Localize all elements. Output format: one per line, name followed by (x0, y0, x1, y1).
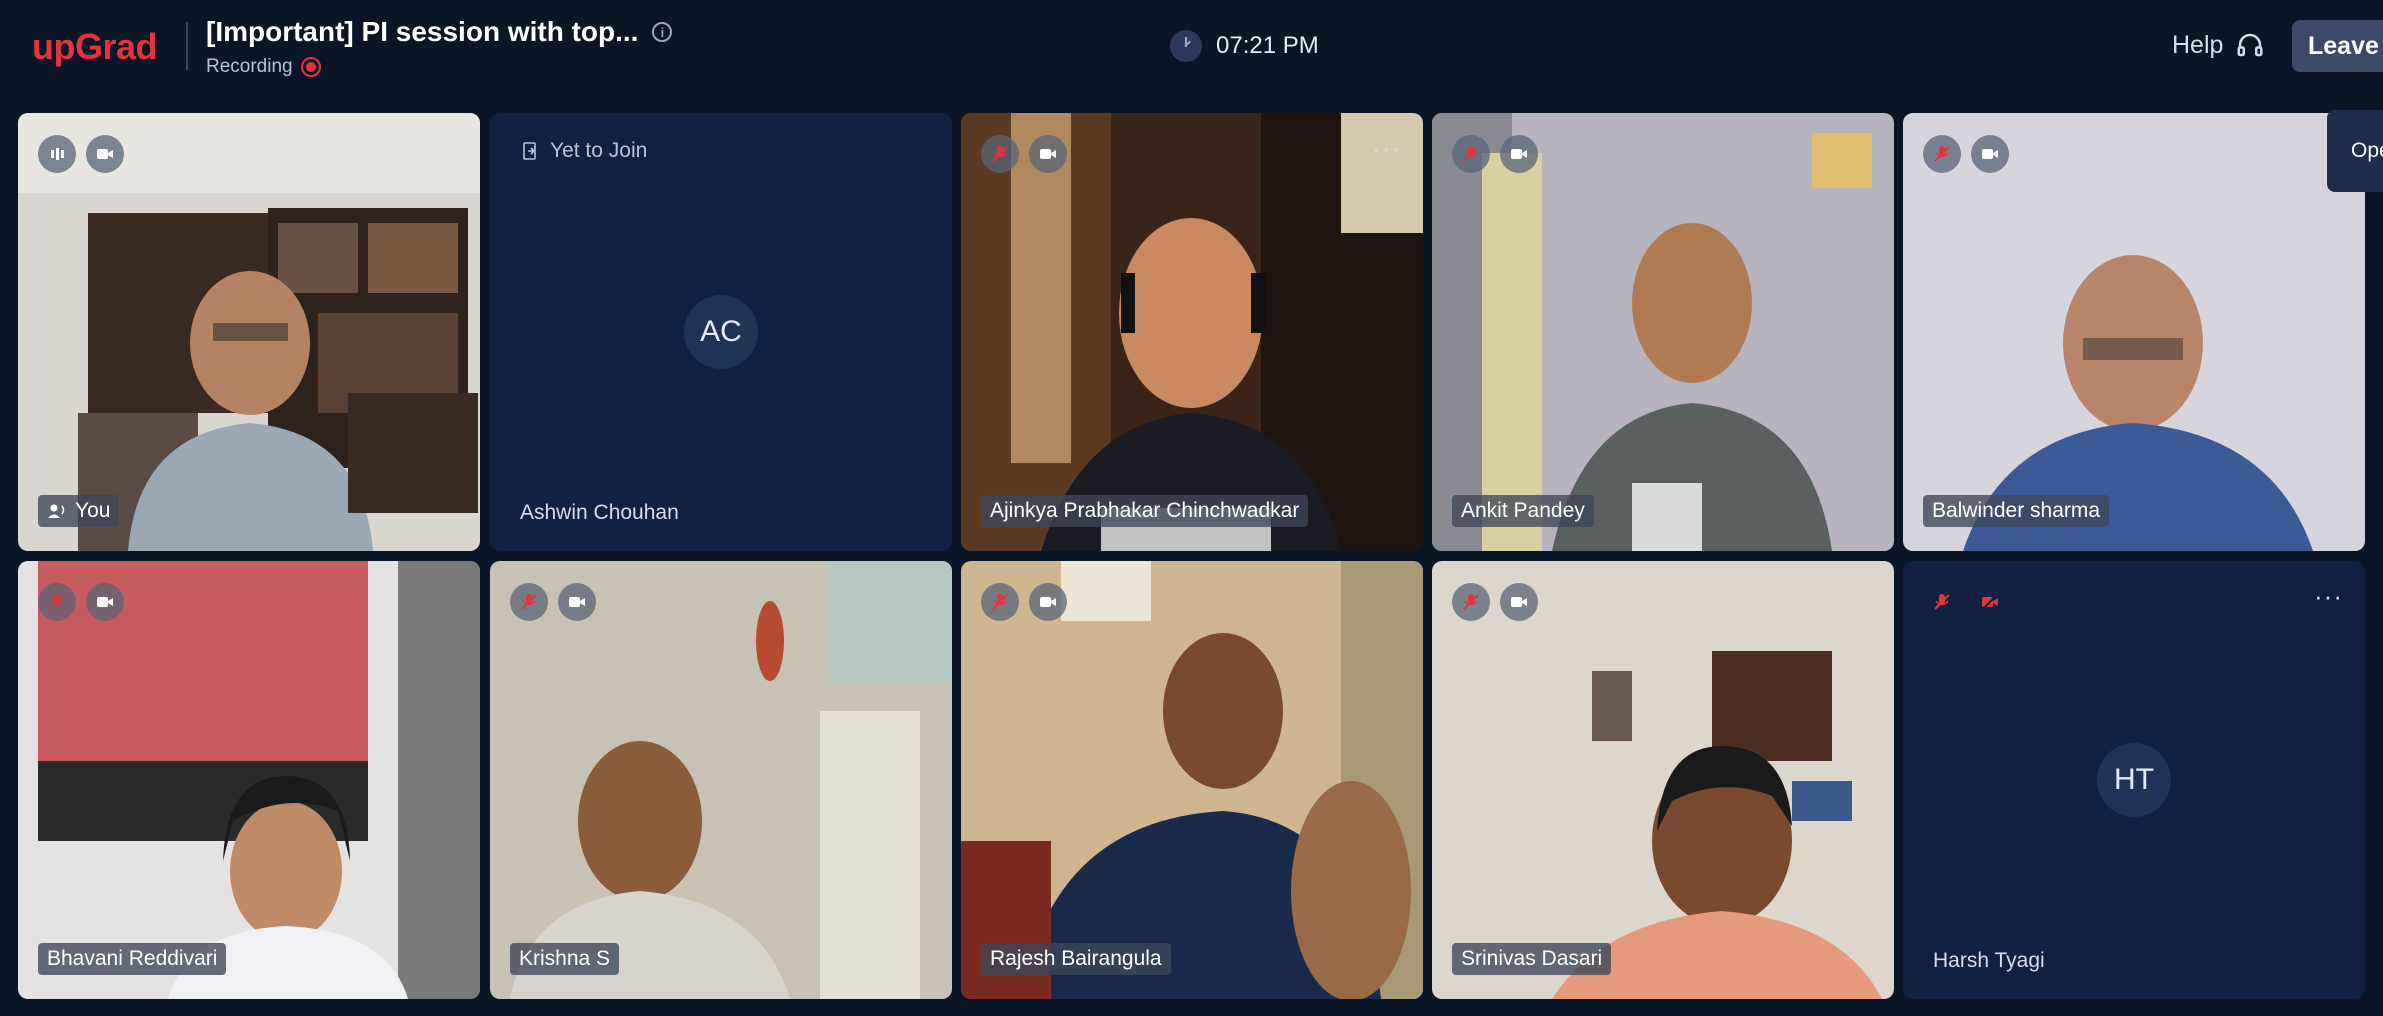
audio-level-icon[interactable] (38, 135, 76, 173)
video-camera-icon[interactable] (558, 583, 596, 621)
mic-muted-icon[interactable] (38, 583, 76, 621)
participant-tile-you[interactable]: You (18, 113, 480, 551)
participant-tile-rajesh-bairangula[interactable]: Rajesh Bairangula (961, 561, 1423, 999)
clock-time: 07:21 PM (1216, 32, 1319, 59)
participant-name-tag: Ajinkya Prabhakar Chinchwadkar (981, 495, 1309, 527)
session-title-block: [Important] PI session with top... i Rec… (206, 16, 673, 78)
participant-tile-srinivas-dasari[interactable]: Srinivas Dasari (1432, 561, 1894, 999)
participant-name: Krishna S (519, 947, 611, 970)
camera-feed-srinivas (1432, 561, 1894, 999)
clock-icon (1170, 30, 1202, 62)
participant-tile-ankit-pandey[interactable]: Ankit Pandey (1432, 113, 1894, 551)
participant-name: Srinivas Dasari (1461, 947, 1603, 970)
mic-muted-icon[interactable] (510, 583, 548, 621)
participant-name-tag: Krishna S (510, 943, 620, 975)
video-camera-icon[interactable] (1029, 135, 1067, 173)
mic-muted-icon[interactable] (1452, 135, 1490, 173)
participant-name: Balwinder sharma (1932, 499, 2101, 522)
video-camera-icon[interactable] (1029, 583, 1067, 621)
participant-tile-ajinkya-prabhakar-chinchwadkar[interactable]: ··· Ajinkya Prabhakar Chinchwadkar (961, 113, 1423, 551)
recording-dot-icon (300, 57, 321, 77)
upgrad-logo: upGrad (32, 26, 158, 67)
participant-name-tag: Balwinder sharma (1923, 495, 2110, 527)
camera-feed-ankit (1432, 113, 1894, 551)
participant-tile-harsh-tyagi[interactable]: ··· HT Harsh Tyagi (1903, 561, 2365, 999)
join-status-label: Yet to Join (550, 139, 648, 162)
mic-muted-icon[interactable] (981, 583, 1019, 621)
video-camera-icon[interactable] (1500, 135, 1538, 173)
camera-feed-balwinder (1903, 113, 2365, 551)
header-divider (186, 22, 188, 70)
camera-feed-ajinkya (961, 113, 1423, 551)
participant-tile-bhavani-reddivari[interactable]: Bhavani Reddivari (18, 561, 480, 999)
participant-name-tag: Rajesh Bairangula (981, 943, 1171, 975)
session-title: [Important] PI session with top... (206, 16, 639, 47)
enter-door-icon (523, 142, 536, 160)
video-off-icon[interactable] (1971, 583, 2009, 621)
leave-button[interactable]: Leave (2292, 20, 2383, 72)
more-options-icon[interactable]: ··· (1372, 133, 1401, 164)
camera-feed-rajesh (961, 561, 1423, 999)
participant-name: Harsh Tyagi (1933, 949, 2045, 972)
mic-muted-icon[interactable] (1452, 583, 1490, 621)
top-bar: upGrad [Important] PI session with top..… (0, 0, 2383, 100)
participant-tile-krishna-s[interactable]: Krishna S (490, 561, 952, 999)
help-button[interactable]: Help (2172, 30, 2265, 60)
mic-muted-icon[interactable] (981, 135, 1019, 173)
help-label: Help (2172, 30, 2224, 59)
video-camera-icon[interactable] (86, 583, 124, 621)
camera-feed-krishna (490, 561, 952, 999)
participant-tile-balwinder-sharma[interactable]: Balwinder sharma (1903, 113, 2365, 551)
participant-name-tag: Srinivas Dasari (1452, 943, 1612, 975)
avatar: AC (684, 295, 758, 369)
more-options-icon[interactable]: ··· (2314, 581, 2343, 612)
camera-feed-you (18, 113, 480, 551)
participant-name-tag: Ankit Pandey (1452, 495, 1594, 527)
participant-name-tag: Bhavani Reddivari (38, 943, 227, 975)
camera-feed-bhavani (18, 561, 480, 999)
speaker-person-icon (48, 504, 65, 518)
participant-tile-ashwin-chouhan[interactable]: Yet to Join AC Ashwin Chouhan (490, 113, 952, 551)
video-camera-icon[interactable] (86, 135, 124, 173)
headset-icon (2237, 33, 2263, 57)
mic-muted-icon[interactable] (1923, 583, 1961, 621)
participant-name-tag: You (38, 495, 120, 527)
video-camera-icon[interactable] (1971, 135, 2009, 173)
recording-label: Recording (206, 56, 293, 77)
info-icon[interactable]: i (652, 22, 673, 42)
open-panel-tab[interactable]: Ope (2327, 110, 2383, 192)
participant-name: You (75, 499, 111, 522)
participant-name: Ankit Pandey (1461, 499, 1585, 522)
video-camera-icon[interactable] (1500, 583, 1538, 621)
recording-status: Recording (206, 56, 672, 78)
session-clock: 07:21 PM (1170, 30, 1319, 62)
participant-name: Rajesh Bairangula (990, 947, 1162, 970)
participant-name: Ashwin Chouhan (520, 501, 679, 524)
participant-name: Ajinkya Prabhakar Chinchwadkar (990, 499, 1300, 522)
join-status: Yet to Join (520, 139, 647, 163)
mic-muted-icon[interactable] (1923, 135, 1961, 173)
participant-name: Bhavani Reddivari (47, 947, 218, 970)
avatar: HT (2097, 743, 2171, 817)
